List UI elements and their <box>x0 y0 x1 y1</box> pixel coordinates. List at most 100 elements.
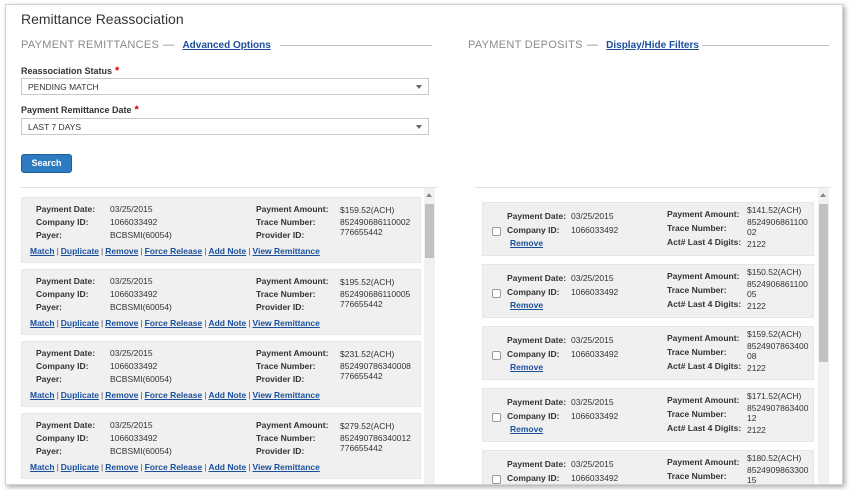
remove-link[interactable]: Remove <box>510 424 543 434</box>
select-checkbox[interactable] <box>492 413 501 422</box>
scroll-up-icon[interactable] <box>426 193 432 197</box>
remove-link[interactable]: Remove <box>105 462 138 472</box>
duplicate-link[interactable]: Duplicate <box>61 462 99 472</box>
scrollbar[interactable] <box>818 188 829 484</box>
payment-amount-value: $171.52(ACH) <box>747 391 802 401</box>
remove-link[interactable]: Remove <box>105 390 138 400</box>
duplicate-link[interactable]: Duplicate <box>61 246 99 256</box>
add-note-link[interactable]: Add Note <box>208 318 246 328</box>
trace-number-label: Trace Number: <box>667 285 727 295</box>
link-separator: | <box>204 246 207 256</box>
match-link[interactable]: Match <box>30 462 55 472</box>
company-id-label: Company ID: <box>507 473 560 483</box>
remittances-heading: PAYMENT REMITTANCES <box>21 39 160 51</box>
provider-id-label: Provider ID: <box>256 302 305 312</box>
advanced-options-link[interactable]: Advanced Options <box>182 40 270 51</box>
trace-number-value: 852490786340008 <box>340 361 411 371</box>
scrollbar[interactable] <box>424 188 435 484</box>
payment-amount-label: Payment Amount: <box>667 457 740 467</box>
acct-last-digits-value: 2122 <box>747 301 766 311</box>
view-remittance-link[interactable]: View Remittance <box>252 318 319 328</box>
duplicate-link[interactable]: Duplicate <box>61 390 99 400</box>
scrollbar-thumb[interactable] <box>425 204 434 258</box>
force-release-link[interactable]: Force Release <box>145 390 203 400</box>
payment-amount-value: $159.52(ACH) <box>340 205 395 215</box>
deposit-card: Payment Date: 03/25/2015 Company ID: 106603… <box>482 388 814 442</box>
remove-link[interactable]: Remove <box>510 362 543 372</box>
remittance-card: Payment Date: 03/25/2015 Company ID: 106603… <box>21 341 421 407</box>
match-link[interactable]: Match <box>30 318 55 328</box>
company-id-label: Company ID: <box>507 349 560 359</box>
remittance-card: Payment Date: 03/25/2015 Company ID: 106603… <box>21 413 421 479</box>
force-release-link[interactable]: Force Release <box>145 246 203 256</box>
acct-last-digits-value: 2122 <box>747 239 766 249</box>
remittances-header: PAYMENT REMITTANCES — Advanced Options <box>21 39 271 51</box>
reassociation-status-label: Reassociation Status * <box>21 65 120 77</box>
search-button[interactable]: Search <box>21 154 72 173</box>
deposit-card: Payment Date: 03/25/2015 Company ID: 106603… <box>482 450 814 484</box>
payment-amount-label: Payment Amount: <box>256 420 329 430</box>
remove-link[interactable]: Remove <box>510 238 543 248</box>
trace-number-label: Trace Number: <box>256 361 316 371</box>
trace-number-value: 852490786340012 <box>340 433 411 443</box>
company-id-value: 1066033492 <box>571 225 619 235</box>
remove-link[interactable]: Remove <box>105 318 138 328</box>
select-checkbox[interactable] <box>492 351 501 360</box>
link-separator: | <box>140 318 143 328</box>
duplicate-link[interactable]: Duplicate <box>61 318 99 328</box>
company-id-label: Company ID: <box>36 361 89 371</box>
match-link[interactable]: Match <box>30 390 55 400</box>
action-links: Match | Duplicate | Remove | Force Release | Add… <box>30 318 320 328</box>
add-note-link[interactable]: Add Note <box>208 246 246 256</box>
select-checkbox[interactable] <box>492 289 501 298</box>
force-release-link[interactable]: Force Release <box>145 462 203 472</box>
view-remittance-link[interactable]: View Remittance <box>252 390 319 400</box>
remittance-date-select[interactable]: LAST 7 DAYS <box>21 118 429 135</box>
payment-date-label: Payment Date: <box>36 204 96 214</box>
select-checkbox[interactable] <box>492 227 501 236</box>
link-separator: | <box>101 246 104 256</box>
link-separator: | <box>56 390 59 400</box>
company-id-label: Company ID: <box>507 411 560 421</box>
view-remittance-link[interactable]: View Remittance <box>252 462 319 472</box>
provider-id-value: 776655442 <box>340 443 383 453</box>
reassociation-status-select[interactable]: PENDING MATCH <box>21 78 429 95</box>
deposit-card: Payment Date: 03/25/2015 Company ID: 106603… <box>482 264 814 318</box>
payment-amount-label: Payment Amount: <box>667 395 740 405</box>
add-note-link[interactable]: Add Note <box>208 462 246 472</box>
display-hide-filters-link[interactable]: Display/Hide Filters <box>606 40 699 51</box>
trace-number-label: Trace Number: <box>667 347 727 357</box>
provider-id-label: Provider ID: <box>256 446 305 456</box>
add-note-link[interactable]: Add Note <box>208 390 246 400</box>
link-separator: | <box>56 246 59 256</box>
view-remittance-link[interactable]: View Remittance <box>252 246 319 256</box>
scrollbar-thumb[interactable] <box>819 204 828 362</box>
match-link[interactable]: Match <box>30 246 55 256</box>
payment-date-label: Payment Date: <box>507 397 567 407</box>
link-separator: | <box>101 390 104 400</box>
deposits-list: Payment Date: 03/25/2015 Company ID: 106603… <box>475 187 831 484</box>
payment-amount-label: Payment Amount: <box>256 276 329 286</box>
acct-last-digits-value: 2122 <box>747 363 766 373</box>
acct-last-digits-label: Act# Last 4 Digits: <box>667 361 742 371</box>
remove-link[interactable]: Remove <box>105 246 138 256</box>
deposits-heading: PAYMENT DEPOSITS <box>468 39 583 51</box>
trace-number-value: 852490686110002 <box>340 217 411 227</box>
remove-link[interactable]: Remove <box>510 300 543 310</box>
company-id-label: Company ID: <box>507 287 560 297</box>
link-separator: | <box>248 462 251 472</box>
link-separator: | <box>140 390 143 400</box>
force-release-link[interactable]: Force Release <box>145 318 203 328</box>
payment-amount-value: $180.52(ACH) <box>747 453 802 463</box>
acct-last-digits-label: Act# Last 4 Digits: <box>667 299 742 309</box>
payer-label: Payer: <box>36 230 62 240</box>
link-separator: | <box>204 462 207 472</box>
provider-id-value: 776655442 <box>340 371 383 381</box>
payment-amount-value: $195.52(ACH) <box>340 277 395 287</box>
payment-date-label: Payment Date: <box>36 420 96 430</box>
payment-amount-value: $279.52(ACH) <box>340 421 395 431</box>
payer-label: Payer: <box>36 374 62 384</box>
select-checkbox[interactable] <box>492 475 501 484</box>
scroll-up-icon[interactable] <box>820 193 826 197</box>
deposit-card: Payment Date: 03/25/2015 Company ID: 106603… <box>482 326 814 380</box>
